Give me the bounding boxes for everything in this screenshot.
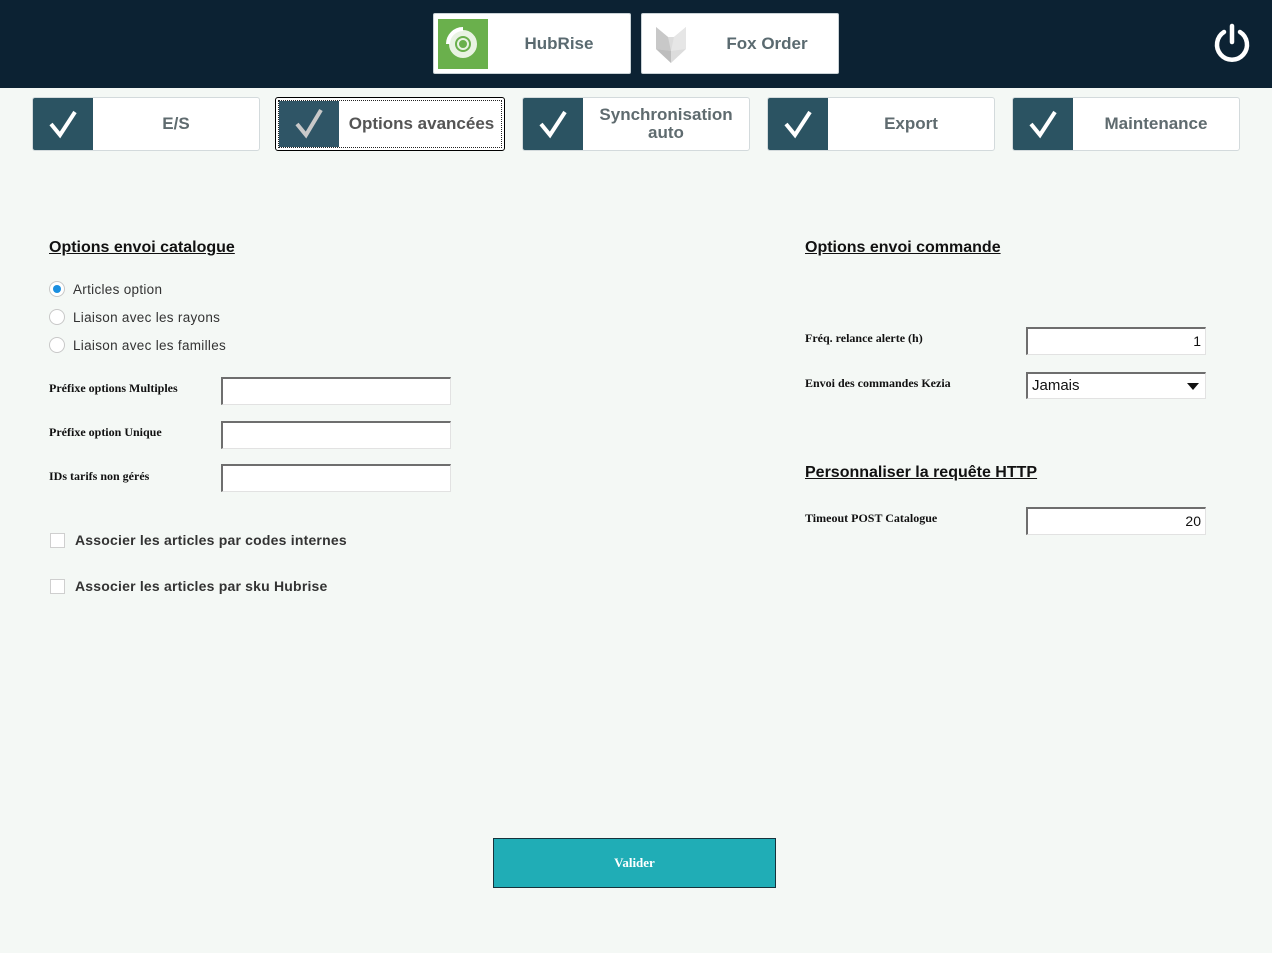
checkbox-sku-hubrise[interactable]: Associer les articles par sku Hubrise <box>50 578 328 594</box>
http-section-title: Personnaliser la requête HTTP <box>805 464 1038 481</box>
timeout-input[interactable]: 20 <box>1026 507 1206 535</box>
freq-relance-label: Fréq. relance alerte (h) <box>805 331 923 345</box>
tab-label: Maintenance <box>1104 114 1208 133</box>
prefixe-unique-input[interactable] <box>221 421 451 449</box>
tab-export[interactable]: Export <box>767 97 995 151</box>
checkbox-codes-internes[interactable]: Associer les articles par codes internes <box>50 532 347 548</box>
top-bar: HubRise Fox Order <box>0 0 1272 88</box>
tab-label: E/S <box>162 114 190 133</box>
radio-label: Articles option <box>73 281 163 297</box>
envoi-commandes-value: Jamais <box>1032 377 1080 394</box>
tab-label: Export <box>884 114 938 133</box>
envoi-commandes-label: Envoi des commandes Kezia <box>805 376 951 390</box>
radio-label: Liaison avec les familles <box>73 337 227 353</box>
checkbox[interactable] <box>50 578 65 594</box>
checkbox-label: Associer les articles par sku Hubrise <box>75 578 328 594</box>
tab-options-avancees[interactable]: Options avancées <box>275 97 505 151</box>
radio-liaison-familles[interactable]: Liaison avec les familles <box>49 335 226 355</box>
hubrise-logo-icon <box>438 19 488 69</box>
commande-section-title: Options envoi commande <box>805 239 1001 256</box>
prefixe-unique-label: Préfixe option Unique <box>49 425 162 439</box>
radio-liaison-rayons[interactable]: Liaison avec les rayons <box>49 307 220 327</box>
radio-button[interactable] <box>49 337 65 353</box>
catalogue-section-title: Options envoi catalogue <box>49 239 235 256</box>
power-icon[interactable] <box>1212 22 1252 64</box>
hubrise-app-label: HubRise <box>524 34 594 53</box>
tab-synchronisation-auto[interactable]: Synchronisation auto <box>522 97 750 151</box>
dropdown-arrow-icon[interactable] <box>1187 383 1199 390</box>
freq-relance-input[interactable]: 1 <box>1026 327 1206 355</box>
check-icon <box>33 98 93 150</box>
radio-button[interactable] <box>49 281 65 297</box>
checkbox-label: Associer les articles par codes internes <box>75 532 347 548</box>
tab-es[interactable]: E/S <box>32 97 260 151</box>
radio-button[interactable] <box>49 309 65 325</box>
timeout-label: Timeout POST Catalogue <box>805 511 938 525</box>
fox-logo-icon <box>646 19 696 69</box>
ids-tarifs-label: IDs tarifs non gérés <box>49 469 150 483</box>
prefixe-multiples-input[interactable] <box>221 377 451 405</box>
tab-maintenance[interactable]: Maintenance <box>1012 97 1240 151</box>
fox-order-app-label: Fox Order <box>726 34 808 53</box>
prefixe-multiples-label: Préfixe options Multiples <box>49 381 178 395</box>
radio-articles-option[interactable]: Articles option <box>49 279 162 299</box>
check-icon <box>768 98 828 150</box>
fox-order-app-button[interactable]: Fox Order <box>641 13 839 74</box>
tab-label: Options avancées <box>348 114 495 133</box>
check-icon <box>1013 98 1073 150</box>
radio-label: Liaison avec les rayons <box>73 309 221 325</box>
check-icon <box>523 98 583 150</box>
checkbox[interactable] <box>50 532 65 548</box>
valider-button[interactable]: Valider <box>493 838 776 888</box>
ids-tarifs-input[interactable] <box>221 464 451 492</box>
hubrise-app-button[interactable]: HubRise <box>433 13 631 74</box>
check-icon <box>279 101 339 147</box>
tab-label: Synchronisation auto <box>599 105 733 142</box>
envoi-commandes-select[interactable]: Jamais <box>1026 372 1206 399</box>
